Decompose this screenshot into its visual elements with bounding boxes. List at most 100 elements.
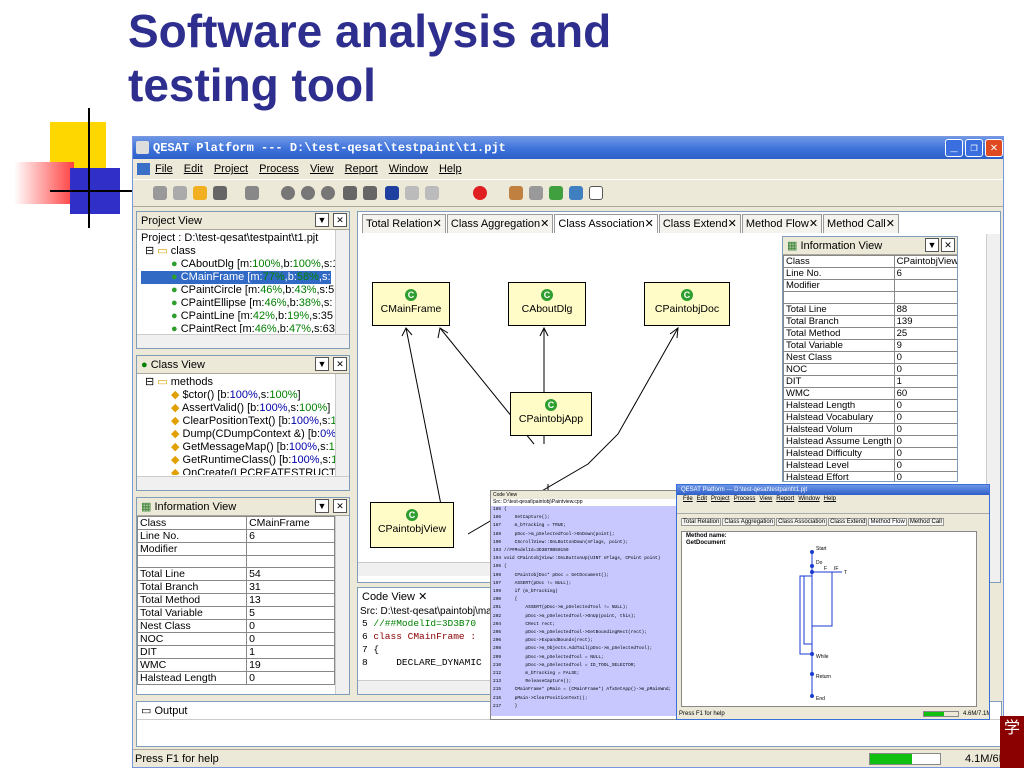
- overlay-menu-item[interactable]: Process: [734, 496, 756, 502]
- tab-class-extend[interactable]: Class Extend✕: [658, 214, 741, 233]
- restore-button[interactable]: ❐: [965, 139, 983, 157]
- method-item[interactable]: ◆ AssertValid() [b:100%,s:100%]: [141, 402, 331, 415]
- line-number: 197: [493, 580, 502, 586]
- project-hscrollbar[interactable]: [137, 334, 349, 348]
- code-hscrollbar[interactable]: [358, 680, 496, 694]
- menu-report[interactable]: Report: [345, 163, 378, 175]
- overlay-tab[interactable]: Class Association: [776, 518, 828, 526]
- class-view-dropdown[interactable]: ▼: [315, 357, 329, 371]
- method-item[interactable]: ◆ Dump(CDumpContext &) [b:0%: [141, 428, 335, 441]
- overlay-tab[interactable]: Class Aggregation: [722, 518, 776, 526]
- report-icon[interactable]: [509, 186, 523, 200]
- method-branch: 100%: [288, 441, 318, 453]
- code-view-tab[interactable]: Code View ✕: [358, 588, 496, 606]
- overlay-tab[interactable]: Total Relation: [681, 518, 722, 526]
- close-icon[interactable]: ✕: [645, 218, 654, 230]
- tab-method-flow[interactable]: Method Flow✕: [741, 214, 823, 233]
- method-item[interactable]: ◆ $ctor() [b:100%,s:100%]: [141, 389, 331, 402]
- overlay-tab[interactable]: Class Extend: [828, 518, 868, 526]
- search-icon[interactable]: [281, 186, 295, 200]
- close-button[interactable]: ✕: [985, 139, 1003, 157]
- project-view-close[interactable]: ✕: [333, 213, 347, 227]
- project-class-item[interactable]: ● CPaintLine [m:42%,b:19%,s:35: [141, 310, 333, 323]
- class-node-cpaintobjview[interactable]: C CPaintobjView: [370, 502, 454, 548]
- info-left-close[interactable]: ✕: [333, 499, 347, 513]
- layout-icon[interactable]: [405, 186, 419, 200]
- menu-view[interactable]: View: [310, 163, 334, 175]
- class-icon: C: [405, 289, 417, 301]
- class-node-cmainframe[interactable]: C CMainFrame: [372, 282, 450, 326]
- project-root[interactable]: Project : D:\test-qesat\testpaint\t1.pjt: [141, 232, 331, 245]
- gem-icon[interactable]: [193, 186, 207, 200]
- overlay-menu-item[interactable]: Edit: [697, 496, 707, 502]
- window-titlebar[interactable]: QESAT Platform --- D:\test-qesat\testpai…: [133, 137, 1003, 159]
- project-class-item[interactable]: ● CPaintRect [m:46%,b:47%,s:63: [141, 323, 335, 333]
- back-icon[interactable]: [343, 186, 357, 200]
- info-left-scrollbar[interactable]: [335, 516, 349, 694]
- class-scrollbar[interactable]: [335, 374, 349, 476]
- menu-file[interactable]: File: [155, 163, 173, 175]
- tab-method-call[interactable]: Method Call✕: [823, 214, 899, 233]
- minimize-button[interactable]: _: [945, 139, 963, 157]
- menu-project[interactable]: Project: [214, 163, 248, 175]
- close-icon[interactable]: ✕: [418, 591, 427, 603]
- layout2-icon[interactable]: [425, 186, 439, 200]
- step-icon[interactable]: [173, 186, 187, 200]
- project-view-dropdown[interactable]: ▼: [315, 213, 329, 227]
- tab-class-aggregation[interactable]: Class Aggregation✕: [446, 214, 554, 233]
- help-icon[interactable]: [473, 186, 487, 200]
- overlay-menu-item[interactable]: Project: [711, 496, 730, 502]
- info-right-dropdown[interactable]: ▼: [925, 238, 939, 252]
- overlay-menu-item[interactable]: Window: [798, 496, 819, 502]
- tab-class-association[interactable]: Class Association✕: [554, 214, 658, 233]
- project-class-item[interactable]: ● CPaintEllipse [m:46%,b:38%,s:: [141, 297, 332, 310]
- zoom-in-icon[interactable]: [301, 186, 315, 200]
- link-icon[interactable]: [245, 186, 259, 200]
- overlay-tabs: Total Relation Class Aggregation Class Ass…: [677, 518, 989, 526]
- chart-icon[interactable]: [549, 186, 563, 200]
- overlay-menu-item[interactable]: View: [759, 496, 772, 502]
- class-node-cpaintobjapp[interactable]: C CPaintobjApp: [510, 392, 592, 436]
- info-right-close[interactable]: ✕: [941, 238, 955, 252]
- method-name: OnCreate(LPCREATESTRUCT: [182, 467, 335, 475]
- forward-icon[interactable]: [363, 186, 377, 200]
- class-view-close[interactable]: ✕: [333, 357, 347, 371]
- menu-process[interactable]: Process: [259, 163, 299, 175]
- overlay-menu-item[interactable]: Report: [776, 496, 794, 502]
- overlay-menu-item[interactable]: File: [683, 496, 693, 502]
- overlay-tab[interactable]: Method Call: [907, 518, 944, 526]
- project-class-item[interactable]: ● CAboutDlg [m:100%,b:100%,s:1: [141, 258, 335, 271]
- window-icon[interactable]: [589, 186, 603, 200]
- close-icon[interactable]: ✕: [433, 218, 442, 230]
- run-icon[interactable]: [153, 186, 167, 200]
- diamond-icon[interactable]: [529, 186, 543, 200]
- tab-total-relation[interactable]: Total Relation✕: [362, 214, 446, 233]
- close-icon[interactable]: ✕: [728, 218, 737, 230]
- image-icon[interactable]: [569, 186, 583, 200]
- project-class-item[interactable]: ● CMainFrame [m:77%,b:58%,s:: [141, 271, 331, 284]
- method-item[interactable]: ◆ GetMessageMap() [b:100%,s:10: [141, 441, 335, 454]
- zoom-out-icon[interactable]: [321, 186, 335, 200]
- menu-edit[interactable]: Edit: [184, 163, 203, 175]
- menu-window[interactable]: Window: [389, 163, 428, 175]
- project-scrollbar[interactable]: [335, 230, 349, 334]
- project-class-item[interactable]: ● CPaintCircle [m:46%,b:43%,s:5: [141, 284, 334, 297]
- method-item[interactable]: ◆ GetRuntimeClass() [b:100%,s:1: [141, 454, 335, 467]
- class-node-cpaintobjdoc[interactable]: C CPaintobjDoc: [644, 282, 730, 326]
- close-icon[interactable]: ✕: [886, 218, 895, 230]
- overlay-menu-item[interactable]: Help: [824, 496, 836, 502]
- method-item[interactable]: ◆ ClearPositionText() [b:100%,s:1: [141, 415, 335, 428]
- method-item[interactable]: ◆ OnCreate(LPCREATESTRUCT: [141, 467, 335, 475]
- line-text: pDoc->m_pSelectedTool->OnDown(point);: [503, 531, 615, 537]
- class-hscrollbar[interactable]: [137, 476, 349, 490]
- close-icon[interactable]: ✕: [540, 218, 549, 230]
- save-icon[interactable]: [385, 186, 399, 200]
- menu-help[interactable]: Help: [439, 163, 462, 175]
- tools-icon[interactable]: [213, 186, 227, 200]
- info-left-dropdown[interactable]: ▼: [315, 499, 329, 513]
- methods-folder[interactable]: ⊟ ▭ methods: [141, 376, 331, 389]
- close-icon[interactable]: ✕: [809, 218, 818, 230]
- class-node-caboutdlg[interactable]: C CAboutDlg: [508, 282, 586, 326]
- overlay-tab[interactable]: Method Flow: [868, 518, 907, 526]
- class-folder[interactable]: ⊟ ▭ class: [141, 245, 331, 258]
